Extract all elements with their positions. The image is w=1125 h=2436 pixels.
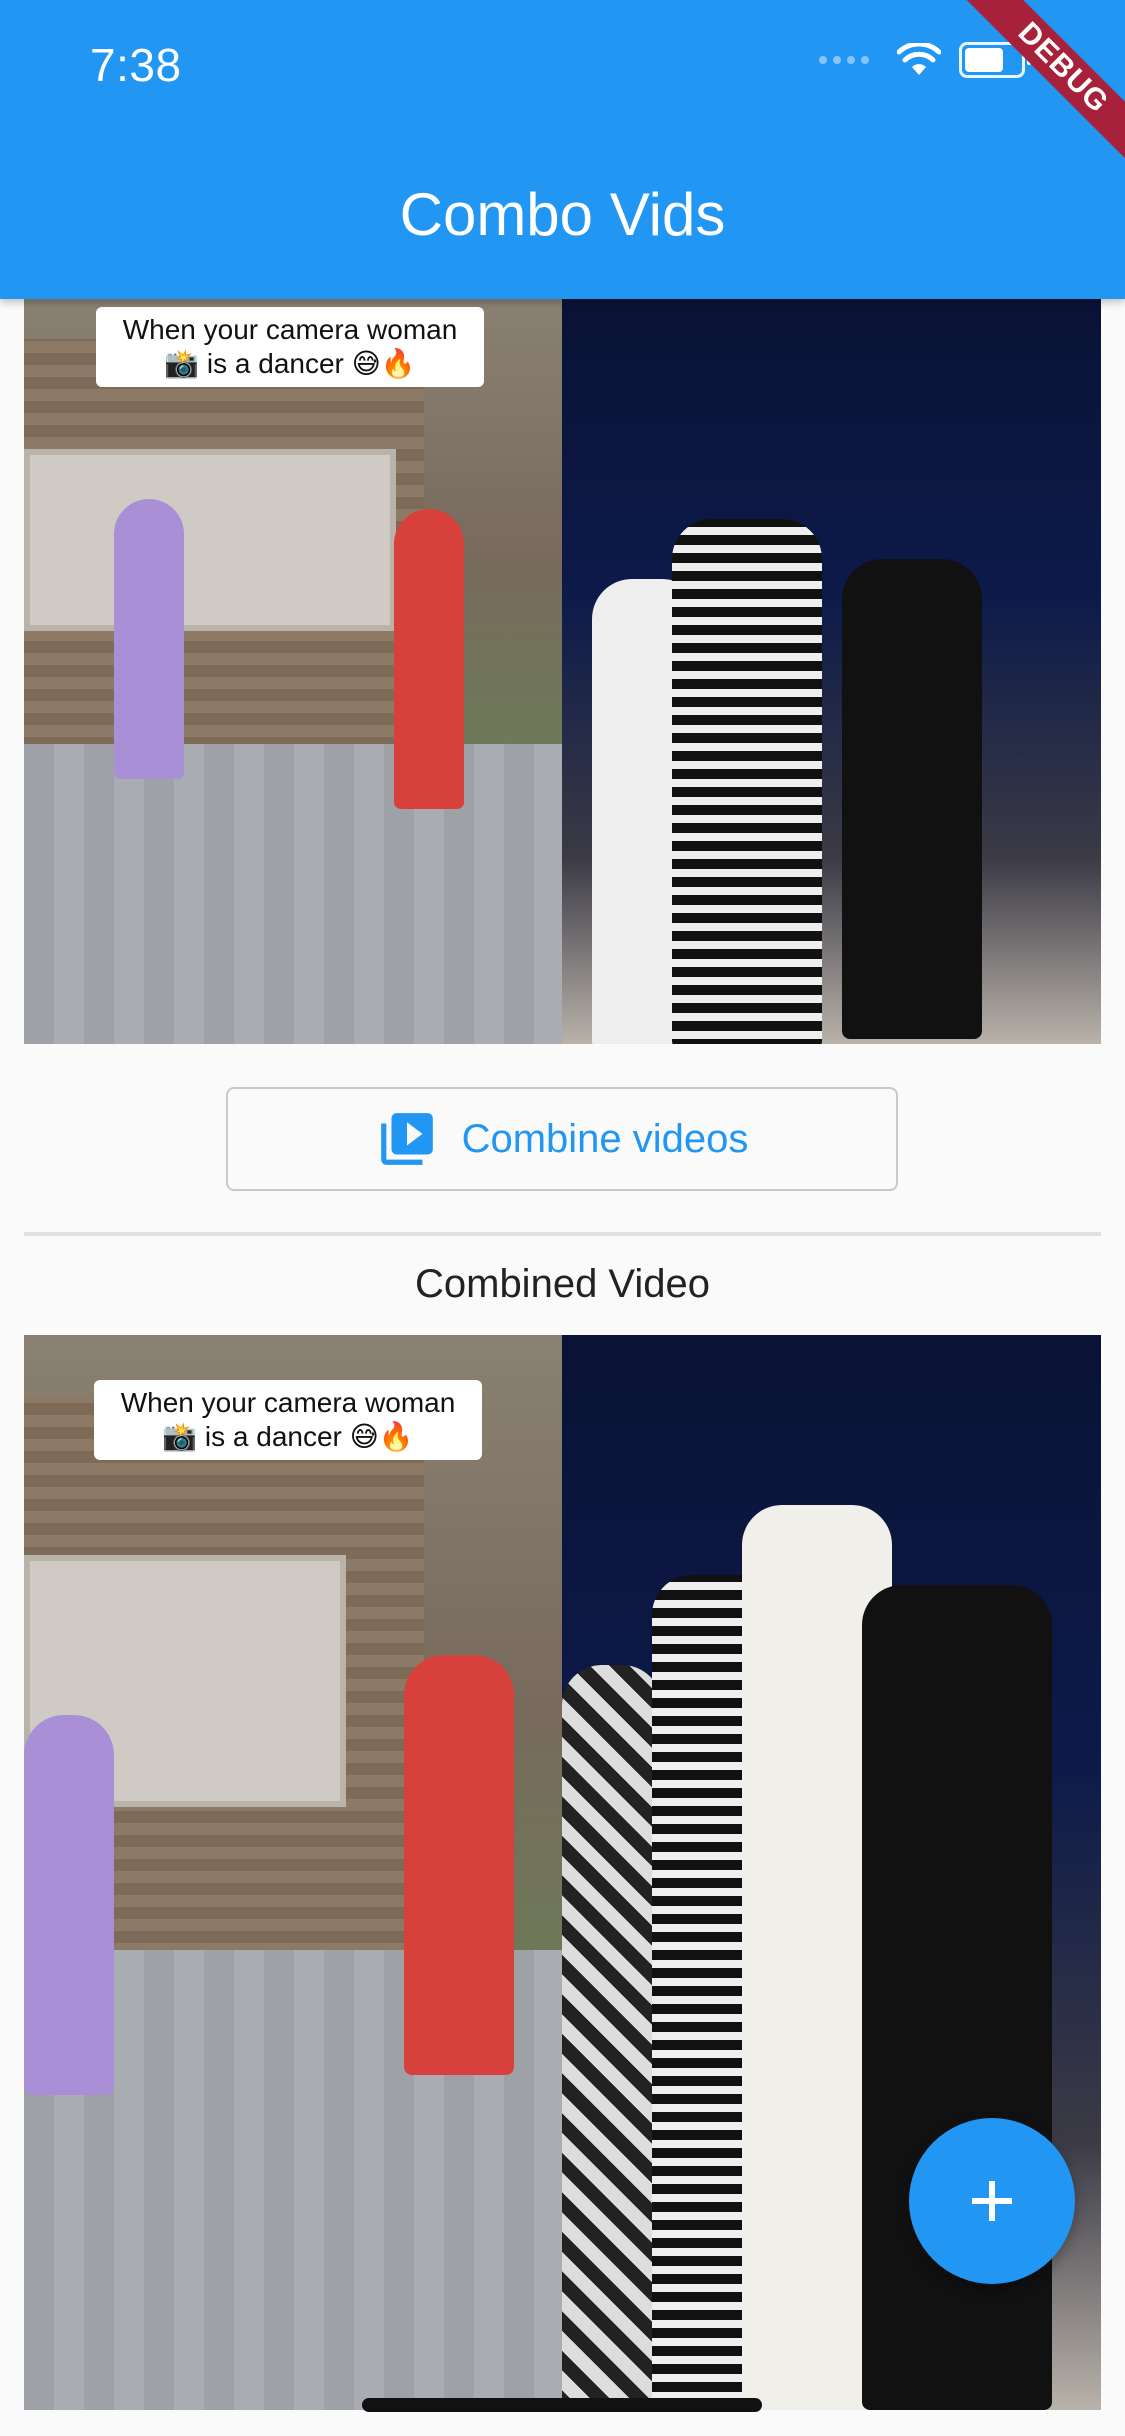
plus-icon: [972, 2181, 1012, 2221]
video-library-icon: [380, 1113, 433, 1165]
combine-videos-label: Combine videos: [461, 1116, 749, 1161]
home-indicator[interactable]: [362, 2398, 762, 2412]
source-video-preview[interactable]: When your camera woman 📸 is a dancer 😅🔥: [24, 299, 1101, 1044]
combine-videos-button[interactable]: Combine videos: [226, 1087, 898, 1191]
video-caption: When your camera woman 📸 is a dancer 😅🔥: [94, 1380, 482, 1460]
cellular-signal-icon: [819, 56, 869, 64]
status-time: 7:38: [90, 39, 182, 91]
source-video-right: [562, 299, 1101, 1044]
debug-banner: DEBUG: [925, 0, 1125, 200]
combined-video-left: When your camera woman 📸 is a dancer 😅🔥: [24, 1335, 562, 2410]
add-video-fab[interactable]: [909, 2118, 1075, 2284]
video-caption: When your camera woman 📸 is a dancer 😅🔥: [96, 307, 484, 387]
combined-video-label: Combined Video: [414, 1262, 711, 1306]
source-video-left: When your camera woman 📸 is a dancer 😅🔥: [24, 299, 562, 1044]
divider: [24, 1232, 1101, 1236]
